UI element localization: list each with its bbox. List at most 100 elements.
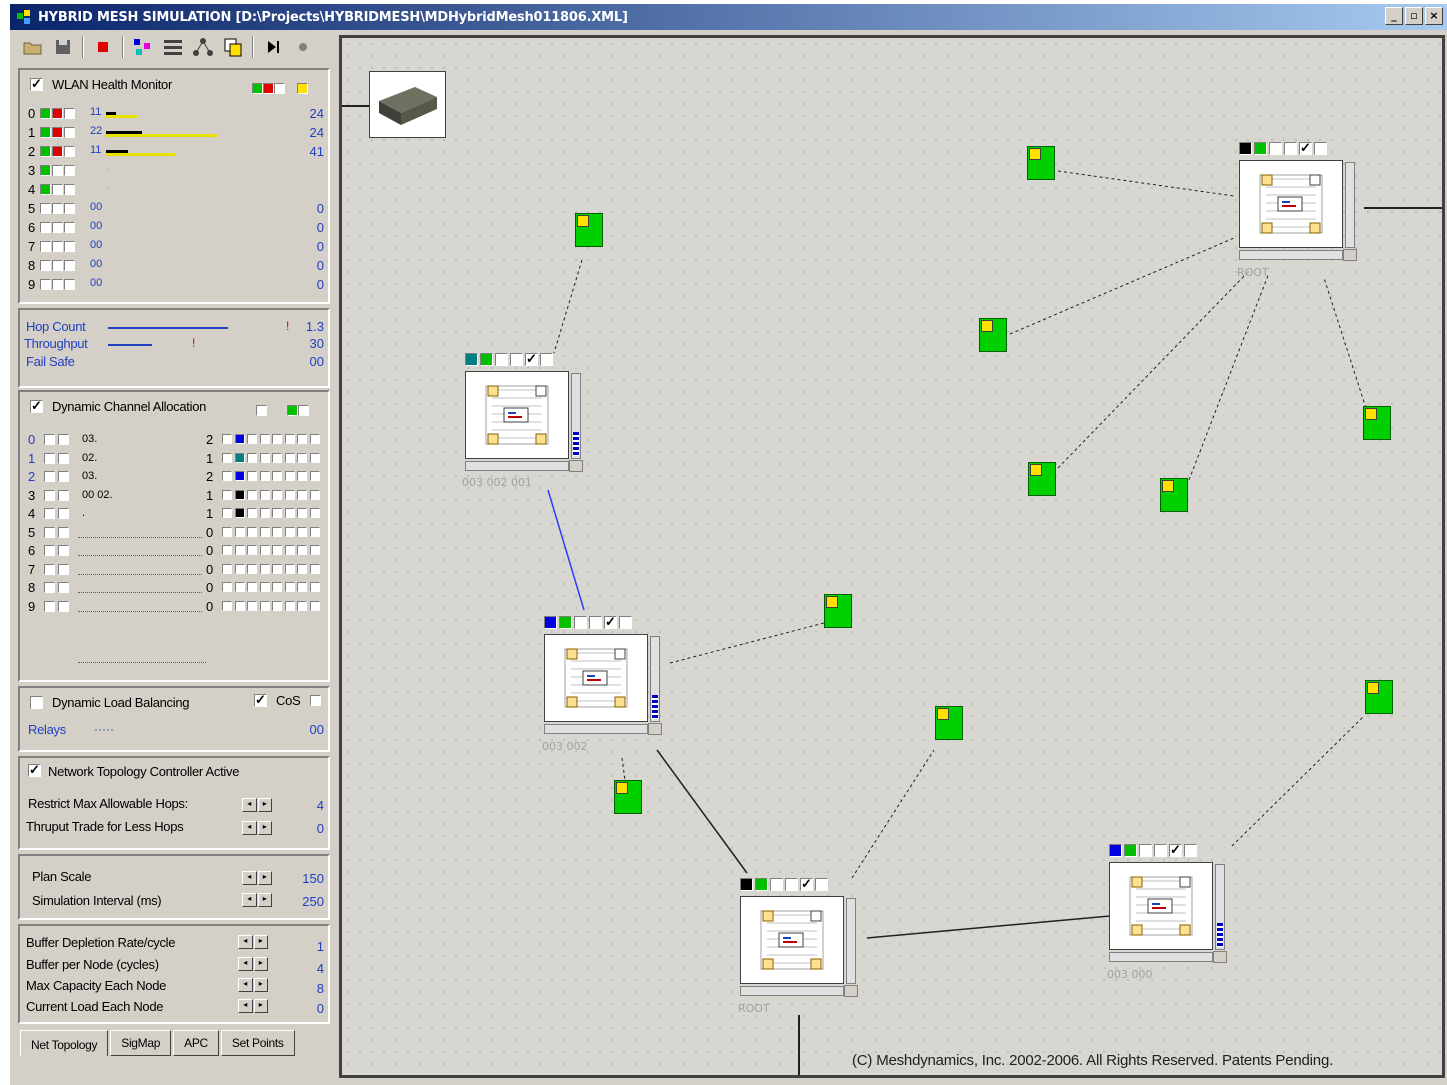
mesh-node[interactable] — [465, 351, 583, 475]
health-indicator — [64, 165, 75, 176]
channel-slot — [272, 471, 282, 481]
mesh-node-checkbox[interactable] — [1299, 140, 1312, 156]
client-status-yellow — [826, 596, 838, 608]
health-dot: · — [106, 183, 110, 194]
mesh-node-scrollbar-v[interactable] — [1215, 864, 1225, 950]
health-indicator — [52, 279, 63, 290]
topology-canvas[interactable]: ROOT 003 002 001 003 002 ROOT 003 000 — [339, 35, 1445, 1078]
client-node[interactable] — [1027, 146, 1055, 180]
channel-slot — [297, 434, 307, 444]
tab-net-topology[interactable]: Net Topology — [20, 1030, 109, 1056]
client-status-yellow — [1029, 148, 1041, 160]
channel-dotted-line — [78, 662, 206, 663]
tab-set-points[interactable]: Set Points — [220, 1030, 295, 1056]
mesh-node-checkbox[interactable] — [800, 876, 813, 892]
server-icon[interactable] — [369, 71, 446, 138]
health-monitor-checkbox[interactable] — [30, 76, 43, 92]
save-icon[interactable] — [50, 35, 76, 59]
mesh-node-scrollbar-v[interactable] — [650, 636, 660, 722]
mesh-node-scrollbar-h[interactable] — [1109, 952, 1213, 962]
client-node[interactable] — [614, 780, 642, 814]
minimize-button[interactable]: _ — [1385, 7, 1403, 25]
current-load-spinner[interactable]: ◂ ▸ — [238, 999, 268, 1013]
mesh-node-body — [465, 371, 569, 459]
mesh-node-scrollbar-v[interactable] — [846, 898, 856, 984]
mesh-node-scrollbar-h[interactable] — [1239, 250, 1343, 260]
mesh-node-checkbox[interactable] — [1169, 842, 1182, 858]
thruput-trade-spinner[interactable]: ◂ ▸ — [242, 821, 272, 835]
mesh-node[interactable] — [1109, 842, 1227, 966]
channel-slot — [309, 600, 320, 611]
record-icon[interactable] — [290, 35, 316, 59]
max-hops-spinner[interactable]: ◂ ▸ — [242, 798, 272, 812]
health-row: 0 11 24 — [28, 106, 324, 122]
mesh-node-scrollbar-h[interactable] — [544, 724, 648, 734]
channel-slot — [247, 452, 257, 463]
maximize-button[interactable]: ▫ — [1405, 7, 1423, 25]
step-icon[interactable] — [260, 35, 286, 59]
network-color-icon[interactable] — [130, 35, 156, 59]
max-capacity-spinner[interactable]: ◂ ▸ — [238, 978, 268, 992]
client-node[interactable] — [935, 706, 963, 740]
client-node[interactable] — [575, 213, 603, 247]
health-row-index: 3 — [28, 163, 36, 178]
channel-slot — [259, 563, 270, 574]
toolbar-separator — [252, 36, 254, 58]
plan-scale-spinner[interactable]: ◂ ▸ — [242, 871, 272, 885]
mesh-node[interactable] — [740, 876, 858, 1000]
mesh-node-scroll-arrows[interactable] — [1343, 249, 1357, 261]
stop-icon[interactable] — [90, 35, 116, 59]
mesh-node-scroll-arrows[interactable] — [1213, 951, 1227, 963]
mesh-node-scroll-arrows[interactable] — [844, 985, 858, 997]
tab-apc[interactable]: APC — [173, 1030, 219, 1056]
topology-controller-checkbox[interactable] — [28, 762, 41, 778]
mesh-node-scrollbar-v[interactable] — [571, 373, 581, 459]
simulation-interval-spinner[interactable]: ◂ ▸ — [242, 893, 272, 907]
client-node[interactable] — [1363, 406, 1391, 440]
copy-icon[interactable] — [220, 35, 246, 59]
health-row-right-value: 24 — [309, 106, 324, 121]
mesh-node-scrollbar-h[interactable] — [465, 461, 569, 471]
mesh-node-scrollbar-v[interactable] — [1345, 162, 1355, 248]
health-row-left-value: 00 — [90, 258, 103, 270]
open-folder-icon[interactable] — [20, 35, 46, 59]
client-node[interactable] — [1365, 680, 1393, 714]
channel-allocation-checkbox[interactable] — [30, 398, 43, 414]
cos-checkbox[interactable] — [254, 692, 267, 708]
throughput-bar — [108, 344, 152, 346]
buffer-depletion-spinner[interactable]: ◂ ▸ — [238, 935, 268, 949]
client-node[interactable] — [824, 594, 852, 628]
health-indicator — [64, 184, 75, 195]
throughput-label: Throughput — [24, 336, 88, 351]
status-red — [263, 82, 274, 94]
title-bar[interactable]: HYBRID MESH SIMULATION [D:\Projects\HYBR… — [10, 4, 1447, 30]
close-button[interactable]: × — [1425, 7, 1443, 25]
layout-icon[interactable] — [160, 35, 186, 59]
channel-indicator — [44, 489, 55, 501]
mesh-node-checkbox[interactable] — [604, 614, 617, 630]
mesh-node-body — [1239, 160, 1343, 248]
mesh-node[interactable] — [1239, 140, 1357, 264]
mesh-node[interactable] — [544, 614, 662, 738]
client-node[interactable] — [1160, 478, 1188, 512]
load-balancing-checkbox[interactable] — [30, 696, 43, 709]
mesh-node-scroll-arrows[interactable] — [648, 723, 662, 735]
channel-indicator — [58, 434, 69, 445]
mesh-node-indicator — [815, 878, 828, 891]
simulation-interval-label: Simulation Interval (ms) — [32, 893, 162, 908]
mesh-node-scrollbar-h[interactable] — [740, 986, 844, 996]
client-node[interactable] — [979, 318, 1007, 352]
channel-slot — [234, 545, 245, 555]
client-node[interactable] — [1028, 462, 1056, 496]
mesh-node-checkbox[interactable] — [525, 351, 538, 367]
tree-icon[interactable] — [190, 35, 216, 59]
health-indicator — [64, 222, 75, 233]
buffer-per-node-spinner[interactable]: ◂ ▸ — [238, 957, 268, 971]
mesh-node-scroll-arrows[interactable] — [569, 460, 583, 472]
mesh-node-body — [544, 634, 648, 722]
mesh-node-indicator — [785, 878, 798, 891]
mesh-node-indicator — [1184, 844, 1197, 857]
health-row-right-value: 24 — [309, 125, 324, 140]
tab-sigmap[interactable]: SigMap — [110, 1030, 172, 1056]
channel-row-index: 7 — [28, 561, 36, 577]
